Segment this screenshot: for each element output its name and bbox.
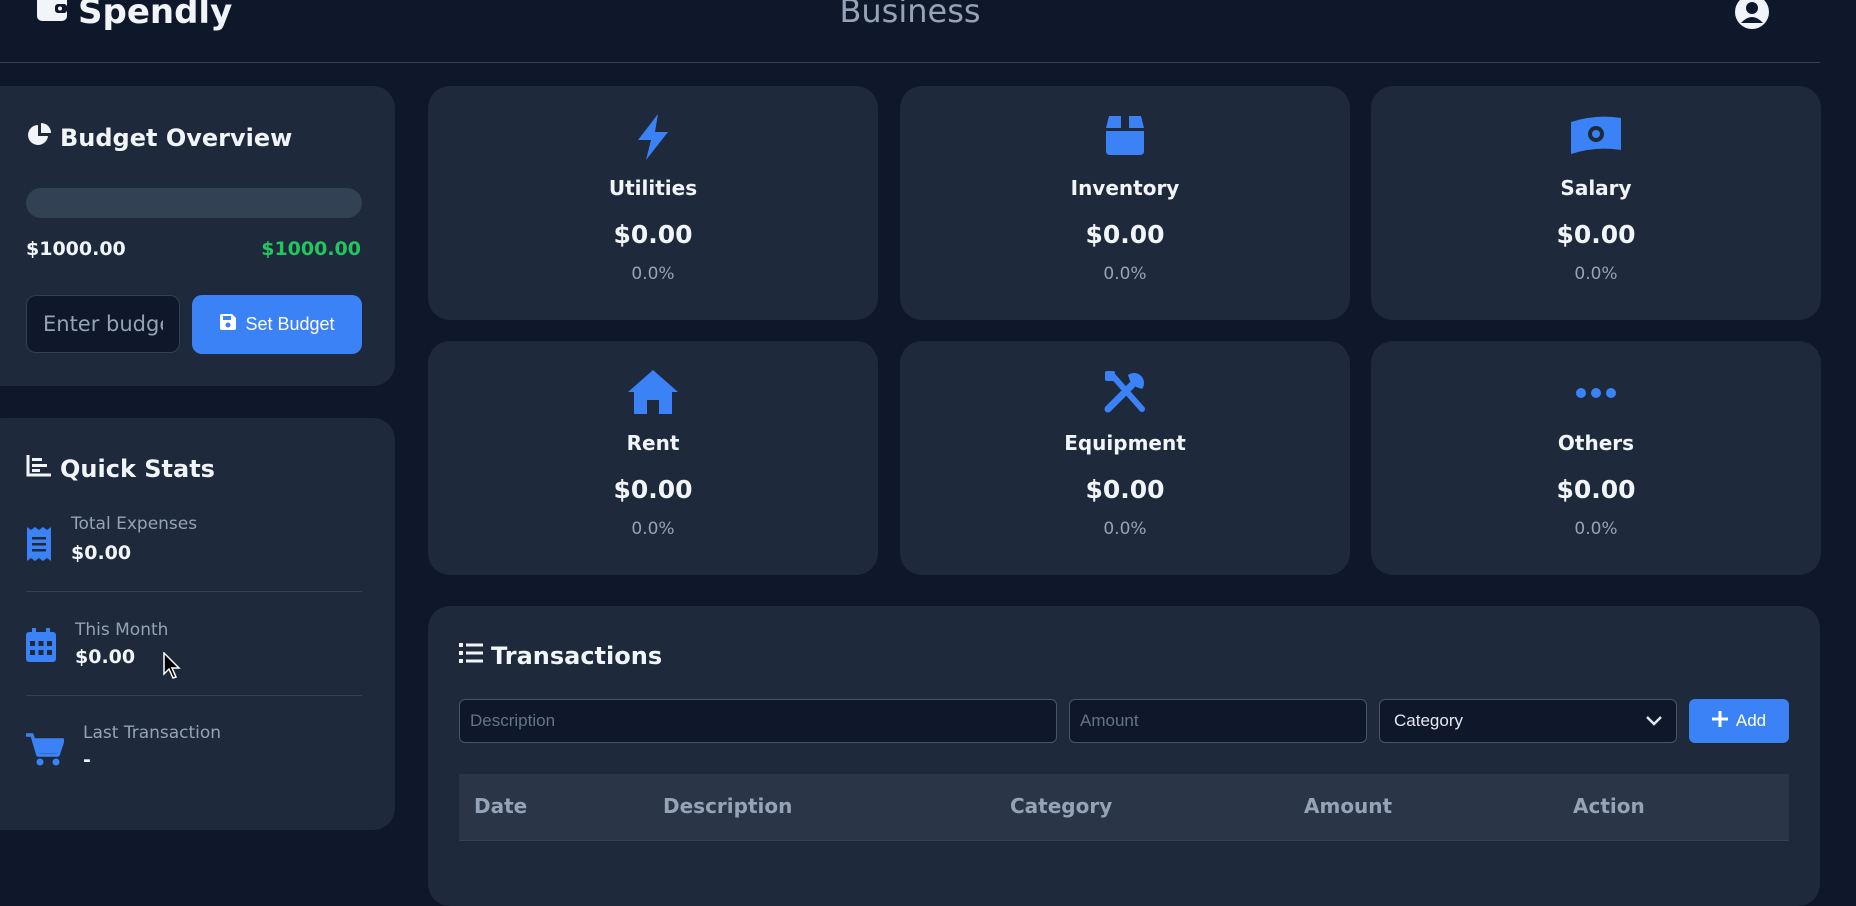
quick-stats-card: Quick Stats Total Expenses $0.00 This Mo… xyxy=(0,418,395,830)
chart-bar-icon xyxy=(26,454,52,484)
column-header-action[interactable]: Action xyxy=(1573,794,1645,818)
category-amount: $0.00 xyxy=(1556,475,1636,504)
stat-value: $0.00 xyxy=(75,646,136,668)
category-card-others[interactable]: Others $0.00 0.0% xyxy=(1371,341,1821,575)
column-header-amount[interactable]: Amount xyxy=(1304,794,1392,818)
category-card-rent[interactable]: Rent $0.00 0.0% xyxy=(428,341,878,575)
home-icon xyxy=(428,369,878,415)
ellipsis-icon xyxy=(1371,369,1821,415)
category-card-equipment[interactable]: Equipment $0.00 0.0% xyxy=(900,341,1350,575)
category-name: Utilities xyxy=(608,176,698,200)
category-percent: 0.0% xyxy=(1574,519,1618,539)
transactions-title: Transactions xyxy=(459,642,662,670)
mouse-cursor-icon xyxy=(163,651,181,684)
budget-total-value: $1000.00 xyxy=(26,238,126,260)
column-header-description[interactable]: Description xyxy=(663,794,792,818)
list-icon xyxy=(459,642,483,670)
tools-icon xyxy=(900,369,1350,415)
calendar-icon xyxy=(26,628,56,666)
category-card-salary[interactable]: Salary $0.00 0.0% xyxy=(1371,86,1821,320)
category-percent: 0.0% xyxy=(1103,264,1147,284)
bolt-icon xyxy=(428,114,878,160)
stat-value: $0.00 xyxy=(71,542,132,564)
budget-overview-title: Budget Overview xyxy=(26,122,292,154)
chevron-down-icon xyxy=(1646,711,1662,731)
category-select[interactable]: Category xyxy=(1379,699,1677,743)
category-amount: $0.00 xyxy=(613,220,693,249)
category-card-utilities[interactable]: Utilities $0.00 0.0% xyxy=(428,86,878,320)
category-name: Equipment xyxy=(1064,431,1186,455)
column-header-date[interactable]: Date xyxy=(474,794,527,818)
category-amount: $0.00 xyxy=(1085,220,1165,249)
chart-pie-icon xyxy=(26,122,52,154)
category-amount: $0.00 xyxy=(1556,220,1636,249)
budget-remaining-value: $1000.00 xyxy=(261,238,361,260)
category-name: Inventory xyxy=(1070,176,1180,200)
category-card-inventory[interactable]: Inventory $0.00 0.0% xyxy=(900,86,1350,320)
category-amount: $0.00 xyxy=(1085,475,1165,504)
set-budget-button[interactable]: Set Budget xyxy=(192,295,362,354)
category-name: Salary xyxy=(1560,176,1632,200)
category-percent: 0.0% xyxy=(1574,264,1618,284)
transactions-table-header: Date Description Category Amount Action xyxy=(459,774,1789,841)
category-name: Rent xyxy=(626,431,680,455)
receipt-icon xyxy=(26,526,52,566)
divider xyxy=(26,695,362,696)
top-header: Spendly Business xyxy=(0,0,1820,63)
budget-progress-bar xyxy=(26,188,362,218)
stat-this-month: This Month $0.00 xyxy=(26,620,362,680)
category-percent: 0.0% xyxy=(631,264,675,284)
stat-label: Total Expenses xyxy=(71,514,198,534)
amount-input[interactable] xyxy=(1069,699,1367,743)
plus-icon xyxy=(1711,710,1728,732)
box-icon xyxy=(900,114,1350,160)
transactions-card: Transactions Category Add Date Descripti… xyxy=(428,606,1820,906)
user-circle-icon xyxy=(1734,0,1770,34)
stat-last-transaction: Last Transaction - xyxy=(26,723,362,783)
stat-label: This Month xyxy=(75,620,169,640)
column-header-category[interactable]: Category xyxy=(1010,794,1112,818)
stat-value: - xyxy=(83,749,91,771)
category-percent: 0.0% xyxy=(1103,519,1147,539)
budget-overview-card: Budget Overview $1000.00 $1000.00 Set Bu… xyxy=(0,86,395,386)
page-title: Business xyxy=(839,0,981,30)
category-percent: 0.0% xyxy=(631,519,675,539)
description-input[interactable] xyxy=(459,699,1057,743)
add-transaction-button[interactable]: Add xyxy=(1689,699,1789,743)
save-icon xyxy=(219,313,237,336)
divider xyxy=(26,591,362,592)
category-amount: $0.00 xyxy=(613,475,693,504)
user-profile-button[interactable] xyxy=(1734,0,1770,34)
cart-icon xyxy=(26,733,65,771)
stat-total-expenses: Total Expenses $0.00 xyxy=(26,514,362,574)
stat-label: Last Transaction xyxy=(83,723,222,743)
category-name: Others xyxy=(1557,431,1635,455)
category-select-value: Category xyxy=(1394,711,1463,730)
money-bill-icon xyxy=(1371,114,1821,160)
quick-stats-title: Quick Stats xyxy=(26,454,215,484)
budget-input[interactable] xyxy=(26,295,180,353)
